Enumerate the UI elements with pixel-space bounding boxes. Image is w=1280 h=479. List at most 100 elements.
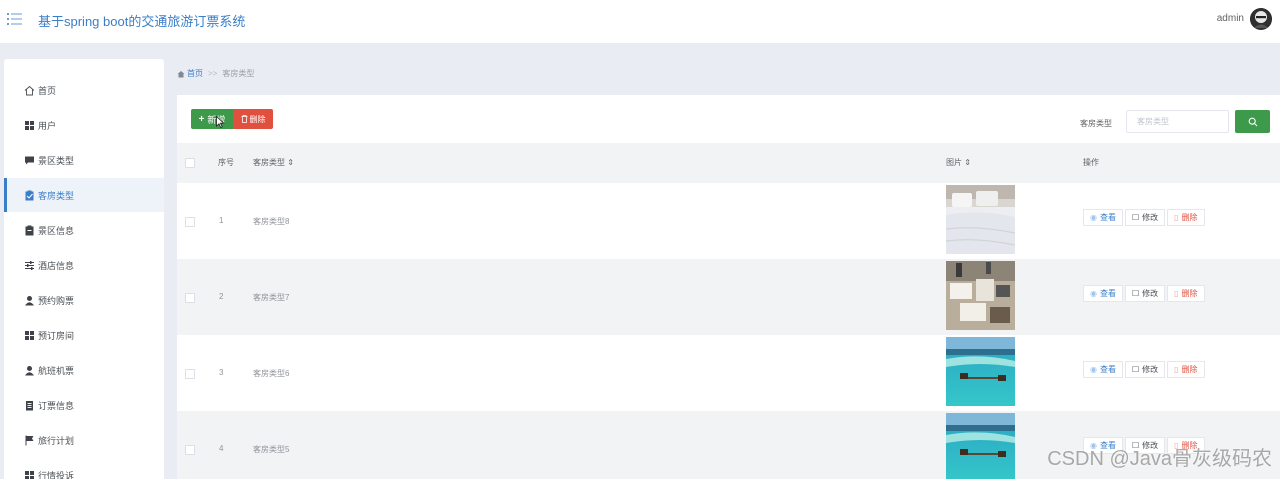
delete-button-label: 删除 bbox=[249, 114, 266, 124]
sidebar: 首页 用户 景区类型 客房类型 景区信息 酒店信息 预约购票 预订房间 航班机票… bbox=[4, 59, 164, 479]
sidebar-item-label: 预订房间 bbox=[38, 330, 75, 341]
row-actions: ◉ 查看 ☐ 修改 ▯ 删除 bbox=[1083, 285, 1207, 302]
app-title: 基于spring boot的交通旅游订票系统 bbox=[38, 14, 246, 29]
delete-label: 删除 bbox=[1181, 213, 1198, 222]
eye-icon: ◉ bbox=[1090, 289, 1097, 298]
main-panel: + 新增 删除 客房类型 序号 客房类型 ⇕ 图片 ⇕ 操作 1 客房类型8 bbox=[177, 95, 1280, 479]
flag-icon bbox=[24, 435, 35, 446]
breadcrumb-separator: >> bbox=[208, 69, 218, 78]
select-all-checkbox[interactable] bbox=[185, 158, 195, 168]
row-index: 2 bbox=[219, 292, 224, 301]
room-image[interactable] bbox=[946, 337, 1015, 406]
plus-icon: + bbox=[198, 113, 205, 125]
menu-lines-icon[interactable] bbox=[6, 10, 24, 28]
view-button[interactable]: ◉ 查看 bbox=[1083, 209, 1123, 226]
search-input[interactable] bbox=[1126, 110, 1229, 133]
mouse-cursor-icon bbox=[216, 116, 225, 128]
sidebar-item-label: 酒店信息 bbox=[38, 260, 75, 271]
row-room-type: 客房类型8 bbox=[253, 217, 290, 226]
sidebar-item-label: 景区类型 bbox=[38, 155, 75, 166]
sidebar-item-label: 航班机票 bbox=[38, 365, 75, 376]
column-image[interactable]: 图片 ⇕ bbox=[946, 157, 971, 168]
column-index: 序号 bbox=[218, 158, 234, 167]
column-room-type[interactable]: 客房类型 ⇕ bbox=[253, 157, 294, 168]
sidebar-item-ticket-booking[interactable]: 预约购票 bbox=[4, 283, 164, 317]
sidebar-item-travel-plan[interactable]: 旅行计划 bbox=[4, 423, 164, 457]
sidebar-item-label: 订票信息 bbox=[38, 400, 75, 411]
grid-icon bbox=[24, 330, 35, 341]
sidebar-item-users[interactable]: 用户 bbox=[4, 108, 164, 142]
user-icon bbox=[24, 365, 35, 376]
row-delete-button[interactable]: ▯ 删除 bbox=[1167, 209, 1205, 226]
row-room-type: 客房类型7 bbox=[253, 293, 290, 302]
clipboard-icon bbox=[24, 225, 35, 236]
sidebar-item-hotel-info[interactable]: 酒店信息 bbox=[4, 248, 164, 282]
clipboard-check-icon bbox=[24, 190, 35, 201]
view-button[interactable]: ◉ 查看 bbox=[1083, 285, 1123, 302]
sidebar-item-label: 预约购票 bbox=[38, 295, 75, 306]
column-actions: 操作 bbox=[1083, 158, 1099, 167]
username-label[interactable]: admin bbox=[1217, 13, 1244, 24]
breadcrumb-home[interactable]: 首页 bbox=[177, 68, 203, 79]
delete-label: 删除 bbox=[1181, 365, 1198, 374]
sliders-icon bbox=[24, 260, 35, 271]
edit-icon: ☐ bbox=[1131, 365, 1140, 374]
table-row: 2 客房类型7 ◉ 查看 ☐ 修改 ▯ 删除 bbox=[177, 259, 1280, 335]
breadcrumb: 首页 >> 客房类型 bbox=[177, 68, 254, 79]
table-row: 3 客房类型6 ◉ 查看 ☐ 修改 ▯ 删除 bbox=[177, 335, 1280, 411]
document-icon bbox=[24, 400, 35, 411]
add-button[interactable]: + 新增 bbox=[191, 109, 233, 129]
breadcrumb-home-label: 首页 bbox=[187, 69, 203, 78]
row-index: 3 bbox=[219, 368, 224, 377]
user-icon bbox=[24, 295, 35, 306]
sidebar-item-order-info[interactable]: 订票信息 bbox=[4, 388, 164, 422]
room-image[interactable] bbox=[946, 413, 1015, 479]
edit-label: 修改 bbox=[1142, 365, 1159, 374]
home-icon bbox=[177, 70, 185, 77]
table-row: 1 客房类型8 ◉ 查看 ☐ 修改 ▯ 删除 bbox=[177, 183, 1280, 259]
row-delete-button[interactable]: ▯ 删除 bbox=[1167, 361, 1205, 378]
row-checkbox[interactable] bbox=[185, 369, 195, 379]
delete-button[interactable]: 删除 bbox=[233, 109, 273, 129]
edit-button[interactable]: ☐ 修改 bbox=[1124, 209, 1166, 226]
sidebar-item-label: 用户 bbox=[38, 120, 57, 131]
search-icon bbox=[1248, 117, 1257, 126]
edit-icon: ☐ bbox=[1131, 213, 1140, 222]
room-image[interactable] bbox=[946, 185, 1015, 254]
row-actions: ◉ 查看 ☐ 修改 ▯ 删除 bbox=[1083, 209, 1207, 226]
sidebar-item-scenic-info[interactable]: 景区信息 bbox=[4, 213, 164, 247]
trash-icon: ▯ bbox=[1174, 213, 1179, 222]
sidebar-item-scenic-type[interactable]: 景区类型 bbox=[4, 143, 164, 177]
row-checkbox[interactable] bbox=[185, 293, 195, 303]
row-delete-button[interactable]: ▯ 删除 bbox=[1167, 285, 1205, 302]
view-button[interactable]: ◉ 查看 bbox=[1083, 361, 1123, 378]
sidebar-item-room-booking[interactable]: 预订房间 bbox=[4, 318, 164, 352]
sidebar-item-flight-tickets[interactable]: 航班机票 bbox=[4, 353, 164, 387]
chat-icon bbox=[24, 155, 35, 166]
sidebar-item-home[interactable]: 首页 bbox=[4, 73, 164, 107]
row-actions: ◉ 查看 ☐ 修改 ▯ 删除 bbox=[1083, 361, 1207, 378]
edit-button[interactable]: ☐ 修改 bbox=[1124, 285, 1166, 302]
sidebar-item-label: 行情投诉 bbox=[38, 470, 75, 479]
sidebar-item-label: 景区信息 bbox=[38, 225, 75, 236]
trash-icon: ▯ bbox=[1174, 365, 1179, 374]
edit-label: 修改 bbox=[1142, 213, 1159, 222]
row-room-type: 客房类型6 bbox=[253, 369, 290, 378]
search-button[interactable] bbox=[1235, 110, 1270, 133]
edit-button[interactable]: ☐ 修改 bbox=[1124, 361, 1166, 378]
row-room-type: 客房类型5 bbox=[253, 445, 290, 454]
row-checkbox[interactable] bbox=[185, 445, 195, 455]
avatar[interactable] bbox=[1250, 8, 1272, 30]
trash-icon: ▯ bbox=[1174, 289, 1179, 298]
room-image[interactable] bbox=[946, 261, 1015, 330]
home-icon bbox=[24, 85, 35, 96]
watermark: CSDN @Java骨灰级码农 bbox=[1047, 448, 1272, 470]
sidebar-item-label: 首页 bbox=[38, 85, 57, 96]
eye-icon: ◉ bbox=[1090, 365, 1097, 374]
delete-label: 删除 bbox=[1181, 289, 1198, 298]
sidebar-item-complaints[interactable]: 行情投诉 bbox=[4, 458, 164, 479]
edit-icon: ☐ bbox=[1131, 289, 1140, 298]
sidebar-item-room-type[interactable]: 客房类型 bbox=[4, 178, 164, 212]
sidebar-item-label: 客房类型 bbox=[38, 190, 75, 201]
row-checkbox[interactable] bbox=[185, 217, 195, 227]
